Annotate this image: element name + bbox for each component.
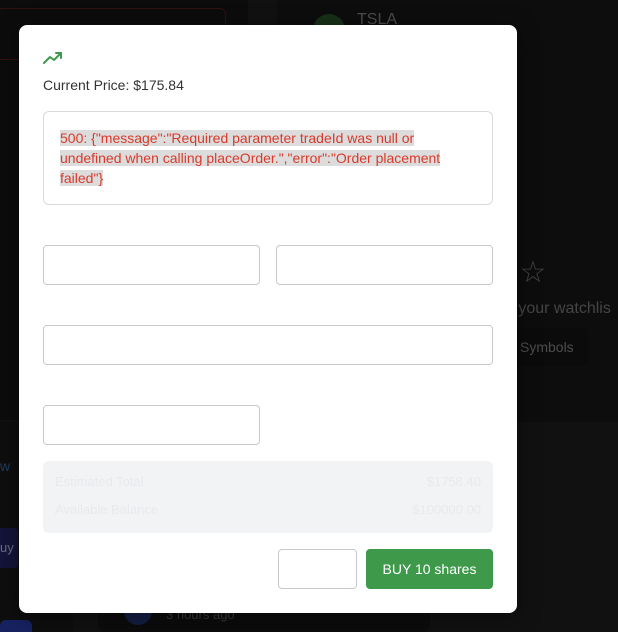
current-price: Current Price: $175.84 xyxy=(43,77,184,93)
available-balance-row: Available Balance $100000.00 xyxy=(55,501,481,519)
estimated-total-value: $1758.40 xyxy=(426,474,481,489)
order-summary: Estimated Total $1758.40 Available Balan… xyxy=(43,461,493,533)
available-balance-label: Available Balance xyxy=(55,502,159,517)
order-field-1[interactable] xyxy=(43,245,260,285)
trade-modal: Current Price: $175.84 500: {"message":"… xyxy=(19,25,517,613)
trending-up-icon xyxy=(43,52,62,64)
cancel-button[interactable] xyxy=(278,549,357,589)
available-balance-value: $100000.00 xyxy=(412,502,481,517)
error-alert: 500: {"message":"Required parameter trad… xyxy=(43,111,493,205)
error-message: 500: {"message":"Required parameter trad… xyxy=(60,130,441,186)
estimated-total-row: Estimated Total $1758.40 xyxy=(55,473,481,491)
order-field-4[interactable] xyxy=(43,405,260,445)
order-field-3[interactable] xyxy=(43,325,493,365)
buy-button[interactable]: BUY 10 shares xyxy=(366,549,493,589)
order-field-2[interactable] xyxy=(276,245,493,285)
estimated-total-label: Estimated Total xyxy=(55,474,144,489)
